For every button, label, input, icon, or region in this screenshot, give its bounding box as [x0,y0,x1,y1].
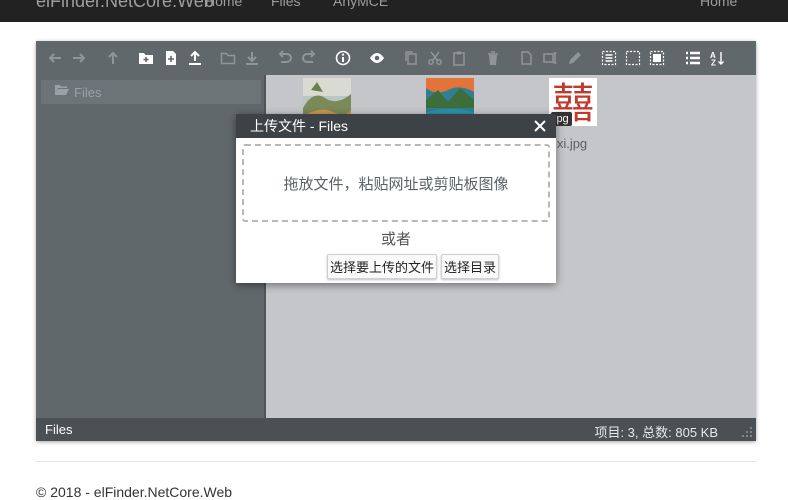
select-none-icon[interactable] [624,49,642,67]
info-icon[interactable] [334,49,352,67]
status-stats: 项目: 3, 总数: 805 KB [594,425,718,440]
rename-icon[interactable] [542,49,560,67]
dialog-title: 上传文件 - Files [250,118,348,134]
open-folder-icon[interactable] [219,49,237,67]
toolbar: AZ [36,41,756,75]
sort-icon[interactable]: AZ [708,49,726,67]
duplicate-icon[interactable] [518,49,536,67]
redo-icon[interactable] [300,49,318,67]
nav-link-anymce[interactable]: AnyMCE [333,0,388,12]
undo-icon[interactable] [276,49,294,67]
upload-icon[interactable] [186,49,204,67]
new-file-icon[interactable] [162,49,180,67]
tree-item-files[interactable]: Files [41,80,261,104]
back-icon[interactable] [46,49,64,67]
drop-zone-text: 拖放文件，粘贴网址或剪贴板图像 [283,175,509,193]
nav-link-home[interactable]: Home [205,0,242,12]
paste-icon[interactable] [450,49,468,67]
dialog-titlebar[interactable]: 上传文件 - Files [236,114,556,138]
svg-text:Z: Z [711,59,716,67]
status-path: Files [45,422,73,437]
download-icon[interactable] [243,49,261,67]
close-icon[interactable] [532,116,548,136]
select-invert-icon[interactable] [648,49,666,67]
top-navbar: elFinder.NetCore.Web Home Files AnyMCE H… [0,0,788,22]
drop-zone[interactable]: 拖放文件，粘贴网址或剪贴板图像 [242,144,550,222]
footer-divider [36,461,756,462]
cut-icon[interactable] [426,49,444,67]
new-folder-icon[interactable] [137,49,155,67]
list-view-icon[interactable] [684,49,702,67]
tree-item-label: Files [74,84,102,100]
upload-dialog: 上传文件 - Files 拖放文件，粘贴网址或剪贴板图像 或者 选择要上传的文件… [236,114,556,283]
up-icon[interactable] [104,49,122,67]
navigation-pane: Files [36,75,266,418]
or-label: 或者 [380,231,411,248]
delete-icon[interactable] [484,49,502,67]
select-folder-button[interactable]: 选择目录 [441,254,499,279]
preview-icon[interactable] [368,49,386,67]
copy-icon[interactable] [402,49,420,67]
forward-icon[interactable] [70,49,88,67]
resize-grip-icon[interactable] [741,426,753,438]
select-all-icon[interactable] [600,49,618,67]
select-files-button[interactable]: 选择要上传的文件 [327,254,437,279]
nav-link-right[interactable]: Home [700,0,737,12]
status-bar: Files 项目: 3, 总数: 805 KB [36,418,756,441]
footer-copyright: © 2018 - elFinder.NetCore.Web [36,484,233,500]
folder-open-icon [55,83,69,101]
brand-link[interactable]: elFinder.NetCore.Web [36,0,214,12]
nav-link-files[interactable]: Files [271,0,301,12]
edit-icon[interactable] [566,49,584,67]
